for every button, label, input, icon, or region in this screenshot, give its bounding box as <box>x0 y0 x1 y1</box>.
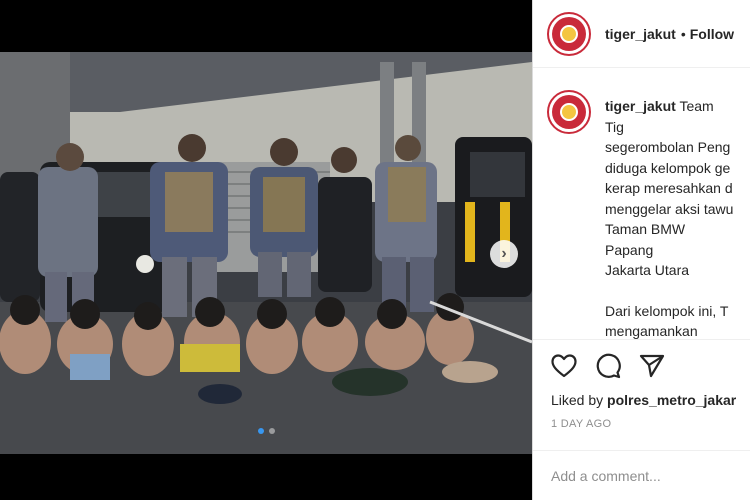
carousel-dot-2 <box>268 428 275 434</box>
avatar[interactable] <box>547 11 591 56</box>
liked-by-label: Liked by <box>551 392 604 408</box>
caption-avatar-logo <box>552 95 586 129</box>
post-header: tiger_jakut • Follow <box>533 0 750 68</box>
heart-icon[interactable] <box>551 354 577 378</box>
post-caption: tiger_jakut Team Tig segerombolan Peng d… <box>605 96 736 339</box>
add-comment-input[interactable]: Add a comment... <box>533 450 750 500</box>
liked-by-user[interactable]: polres_metro_jakar <box>607 392 736 408</box>
caption-second-paragraph: Dari kelompok ini, T mengamankan sejum y… <box>605 302 729 340</box>
comment-icon[interactable] <box>595 353 621 379</box>
media-pane: › <box>0 0 532 500</box>
follow-separator: • <box>680 25 686 42</box>
post-timestamp[interactable]: 1 DAY AGO <box>533 418 750 448</box>
caption-avatar[interactable] <box>547 90 591 134</box>
carousel-indicator <box>0 428 532 434</box>
post-side-panel: tiger_jakut • Follow tiger_jakut Team Ti… <box>532 0 750 500</box>
carousel-next-button[interactable]: › <box>490 240 518 268</box>
chevron-right-icon: › <box>501 245 507 262</box>
post-photo[interactable] <box>0 52 532 454</box>
send-icon[interactable] <box>639 354 665 378</box>
follow-button[interactable]: Follow <box>690 26 734 42</box>
header-username[interactable]: tiger_jakut <box>605 26 676 42</box>
photo-illustration <box>0 52 532 454</box>
caption-username[interactable]: tiger_jakut <box>605 98 676 114</box>
caption-area: tiger_jakut Team Tig segerombolan Peng d… <box>533 68 750 340</box>
avatar-logo <box>552 16 586 51</box>
carousel-dot-1 <box>257 428 264 434</box>
likes-summary: Liked by polres_metro_jakar <box>533 392 750 418</box>
caption-body: segerombolan Peng diduga kelompok ge ker… <box>605 139 734 278</box>
post-actions <box>533 340 750 392</box>
